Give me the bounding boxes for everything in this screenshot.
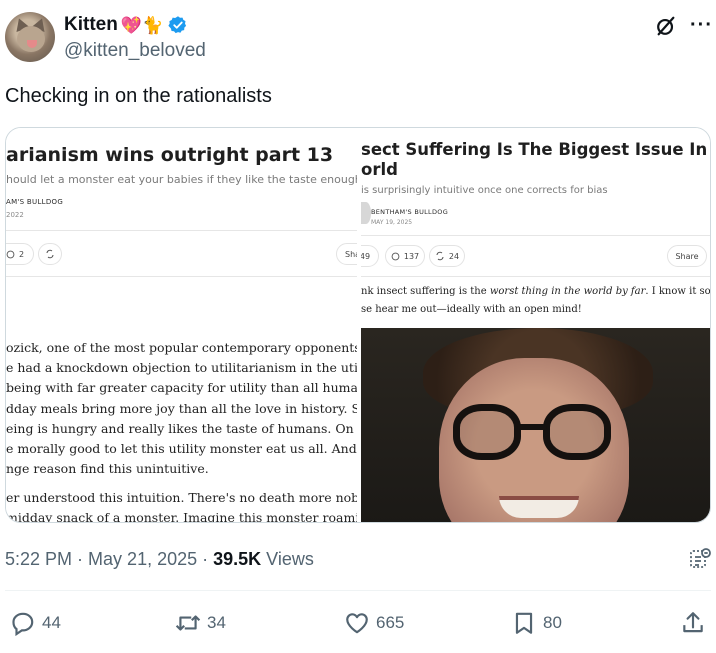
body-line: dday meals bring more joy than all the l… [6, 401, 357, 416]
tweet-media[interactable]: arianism wins outright part 13 hould let… [5, 127, 711, 523]
analytics-icon[interactable] [688, 547, 712, 571]
tweet-date[interactable]: May 21, 2025 [88, 549, 197, 570]
media-image-right[interactable]: sect Suffering Is The Biggest Issue In T… [361, 128, 711, 522]
article-subtitle: hould let a monster eat your babies if t… [6, 173, 359, 186]
body-line: midday snack of a monster. Imagine this … [6, 510, 359, 523]
share-label: Share [675, 251, 699, 261]
avatar-face [17, 26, 45, 52]
comment-pill: 137 [385, 245, 425, 267]
repost-count: 34 [207, 613, 226, 632]
share-button[interactable] [680, 610, 706, 636]
body-line: ozick, one of the most popular contempor… [6, 340, 359, 355]
body-line: er understood this intuition. There's no… [6, 490, 359, 505]
divider [361, 235, 710, 236]
like-button[interactable]: 665 [344, 610, 404, 636]
reply-icon [12, 612, 34, 636]
tweet-time[interactable]: 5:22 PM [5, 549, 72, 570]
tweet-text: Checking in on the rationalists [5, 85, 272, 107]
article-author: BENTHAM'S BULLDOG [371, 208, 449, 216]
comment-icon [6, 250, 15, 258]
more-icon[interactable]: ··· [690, 14, 713, 37]
photo-glasses-bridge [517, 424, 547, 430]
meta-separator: · [202, 549, 209, 569]
article-author: AM'S BULLDOG [6, 198, 64, 206]
restack-count: 24 [448, 251, 460, 261]
like-icon [346, 613, 368, 634]
divider [6, 230, 357, 231]
article-date: MAY 19, 2025 [371, 219, 413, 226]
article-title: arianism wins outright part 13 [6, 144, 334, 166]
photo-glasses-lens [543, 404, 611, 460]
author-handle[interactable]: @kitten_beloved [64, 40, 206, 62]
comment-pill: 2 [6, 243, 34, 265]
divider [6, 276, 357, 277]
body-text: nk insect suffering is the [361, 286, 490, 297]
body-emphasis: worst thing in the world by far [489, 286, 646, 297]
share-pill: Sha [336, 243, 359, 265]
video-still-photo[interactable] [361, 328, 710, 522]
author-name-row: Kitten 💖🐈 [64, 14, 188, 36]
restack-pill [38, 243, 62, 265]
photo-glasses-lens [453, 404, 521, 460]
bookmark-icon [515, 612, 533, 634]
reply-button[interactable]: 44 [10, 610, 61, 636]
author-avatar [361, 202, 371, 224]
article-date: 2022 [6, 211, 24, 219]
comment-icon [391, 252, 400, 260]
avatar[interactable] [5, 12, 55, 62]
body-line: nge reason find this unintuitive. [6, 461, 209, 476]
like-count: 665 [376, 613, 405, 632]
comment-count: 137 [403, 251, 420, 261]
body-line: e had a knockdown objection to utilitari… [6, 360, 358, 375]
tweet-meta: 5:22 PM · May 21, 2025 · 39.5K Views [5, 549, 314, 570]
body-line: se hear me out—ideally with an open mind… [361, 304, 582, 315]
share-pill: Share [667, 245, 707, 267]
photo-smile [499, 496, 579, 518]
author-name-emoji: 💖🐈 [120, 15, 164, 35]
meta-separator: · [77, 549, 84, 569]
article-title-line: orld [361, 160, 398, 179]
bookmark-count: 80 [543, 613, 562, 632]
comment-count: 2 [18, 249, 25, 259]
body-line: being with far greater capacity for util… [6, 380, 358, 395]
article-subtitle: is surprisingly intuitive once one corre… [361, 185, 608, 196]
repost-button[interactable]: 34 [175, 610, 226, 636]
views-count: 39.5K [213, 549, 262, 569]
share-icon [683, 612, 703, 633]
author-display-name[interactable]: Kitten [64, 14, 118, 36]
grok-icon[interactable] [655, 15, 677, 37]
reply-count: 44 [42, 613, 61, 632]
repost-icon [175, 615, 201, 631]
share-label: Sha [345, 249, 359, 259]
divider [361, 276, 710, 277]
body-line: nk insect suffering is the worst thing i… [361, 286, 711, 297]
verified-badge-icon[interactable] [168, 15, 188, 35]
views-label: Views [266, 549, 314, 569]
restack-pill: 24 [429, 245, 465, 267]
restack-icon [46, 249, 54, 259]
body-line: eing is hungry and really likes the tast… [6, 421, 357, 436]
media-image-left[interactable]: arianism wins outright part 13 hould let… [6, 128, 359, 523]
like-pill: 49 [361, 245, 379, 267]
restack-icon [436, 251, 444, 261]
article-title-line: sect Suffering Is The Biggest Issue In T… [361, 140, 711, 159]
action-bar-divider [5, 590, 711, 591]
body-line: e morally good to let this utility monst… [6, 441, 357, 456]
like-count: 49 [361, 251, 371, 261]
bookmark-button[interactable]: 80 [511, 610, 562, 636]
body-text: . I know it sounds weird! [645, 286, 711, 297]
